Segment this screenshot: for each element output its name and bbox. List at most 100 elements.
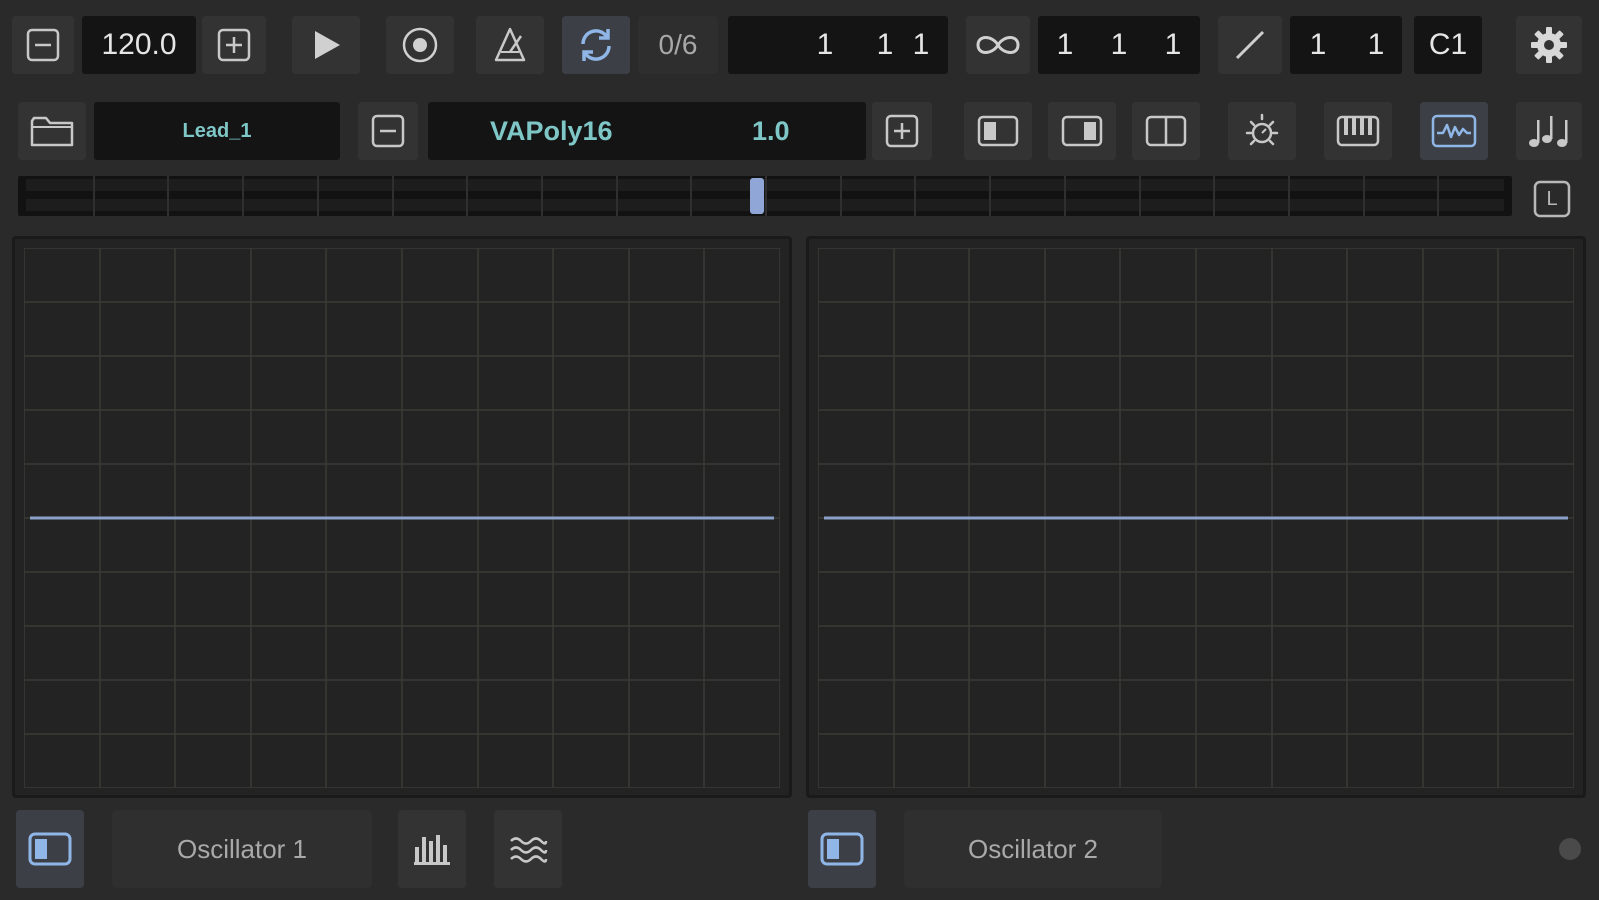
minus-icon (371, 114, 405, 148)
panel-split-icon (1145, 115, 1187, 147)
strip-tick (167, 176, 169, 216)
draw-tool-button[interactable] (1218, 16, 1282, 74)
keyboard-icon (1336, 115, 1380, 147)
quantize-a: 1 (1309, 28, 1327, 61)
panel-right-icon (1061, 115, 1103, 147)
preset-name: Lead_1 (182, 119, 252, 142)
lock-button[interactable]: L (1522, 176, 1582, 222)
counter-value: 0/6 (658, 29, 698, 60)
strip-tick (616, 176, 618, 216)
waves-button[interactable] (494, 810, 562, 888)
view-split-button[interactable] (1132, 102, 1200, 160)
strip-tick (1064, 176, 1066, 216)
tempo-value: 120.0 (101, 28, 177, 61)
status-indicator (1559, 838, 1581, 860)
strip-tick (1437, 176, 1439, 216)
position-beat: 1 (876, 28, 894, 61)
loop-icon (581, 29, 611, 61)
strip-tick (690, 176, 692, 216)
panel-left-icon (28, 832, 72, 866)
tempo-increase-button[interactable] (202, 16, 266, 74)
loop-button[interactable] (562, 16, 630, 74)
spectrum-icon (414, 835, 450, 865)
waveform-view-button[interactable] (1420, 102, 1488, 160)
oscillator-2-toggle[interactable] (808, 810, 876, 888)
tempo-decrease-button[interactable] (12, 16, 74, 74)
oscillator-1-grid (24, 248, 780, 788)
strip-tick (541, 176, 543, 216)
metronome-icon (494, 27, 526, 62)
loop-length-tick: 1 (1164, 28, 1182, 61)
effects-button[interactable] (1228, 102, 1296, 160)
strip-tick (840, 176, 842, 216)
panel-left-icon (977, 115, 1019, 147)
notes-view-button[interactable] (1516, 102, 1582, 160)
waves-icon (510, 837, 548, 863)
oscillator-1-tab[interactable]: Oscillator 1 (112, 810, 372, 888)
notes-icon (1529, 116, 1568, 147)
loop-length-display[interactable]: 1 1 1 (1038, 16, 1200, 74)
loop-length-beat: 1 (1110, 28, 1128, 61)
strip-tick (989, 176, 991, 216)
metronome-button[interactable] (476, 16, 544, 74)
oscillator-1-toggle[interactable] (16, 810, 84, 888)
position-tick: 1 (912, 28, 930, 61)
oscillator-2-label: Oscillator 2 (967, 833, 1099, 864)
timeline-strip[interactable] (18, 176, 1512, 216)
oscillator-2-tab[interactable]: Oscillator 2 (904, 810, 1162, 888)
spectrum-button[interactable] (398, 810, 466, 888)
open-preset-button[interactable] (18, 102, 86, 160)
oscillator-1-display (12, 236, 792, 798)
root-note-display[interactable]: C1 (1414, 16, 1482, 74)
strip-tick (93, 176, 95, 216)
strip-tick (242, 176, 244, 216)
minus-icon (26, 28, 60, 62)
lock-label: L (1546, 187, 1558, 210)
playhead-handle[interactable] (750, 178, 764, 214)
oscillator-1-label: Oscillator 1 (176, 833, 308, 864)
infinity-icon (976, 36, 1020, 54)
strip-tick (1139, 176, 1141, 216)
synth-version: 1.0 (752, 115, 790, 146)
gear-icon (1531, 27, 1567, 63)
quantize-b: 1 (1367, 28, 1385, 61)
plus-icon (885, 114, 919, 148)
oscillator-2-display (806, 236, 1586, 798)
quantize-display[interactable]: 1 1 (1290, 16, 1402, 74)
plus-icon (217, 28, 251, 62)
tempo-display[interactable]: 120.0 (82, 16, 196, 74)
settings-button[interactable] (1516, 16, 1582, 74)
strip-tick (1363, 176, 1365, 216)
view-right-button[interactable] (1048, 102, 1116, 160)
keyboard-view-button[interactable] (1324, 102, 1392, 160)
pencil-icon (1235, 30, 1265, 60)
position-bar: 1 (816, 28, 834, 61)
play-icon (315, 31, 340, 59)
waveform-icon (1431, 114, 1477, 148)
strip-tick (765, 176, 767, 216)
loop-length-bar: 1 (1056, 28, 1074, 61)
counter-display: 0/6 (638, 16, 718, 74)
version-increase-button[interactable] (872, 102, 932, 160)
strip-tick (1288, 176, 1290, 216)
position-display[interactable]: 1 1 1 (728, 16, 948, 74)
panel-left-icon (820, 832, 864, 866)
folder-icon (30, 116, 74, 147)
synth-name: VAPoly16 (490, 115, 613, 146)
oscillator-2-grid (818, 248, 1574, 788)
strip-tick (317, 176, 319, 216)
record-button[interactable] (386, 16, 454, 74)
strip-tick (392, 176, 394, 216)
loop-length-button[interactable] (966, 16, 1030, 74)
view-left-button[interactable] (964, 102, 1032, 160)
strip-tick (914, 176, 916, 216)
synth-display[interactable]: VAPoly16 1.0 (428, 102, 866, 160)
version-decrease-button[interactable] (358, 102, 418, 160)
strip-tick (466, 176, 468, 216)
brightness-icon (1245, 113, 1279, 146)
play-button[interactable] (292, 16, 360, 74)
preset-name-display[interactable]: Lead_1 (94, 102, 340, 160)
record-icon (402, 27, 438, 63)
strip-tick (1213, 176, 1215, 216)
root-note-value: C1 (1428, 28, 1468, 61)
